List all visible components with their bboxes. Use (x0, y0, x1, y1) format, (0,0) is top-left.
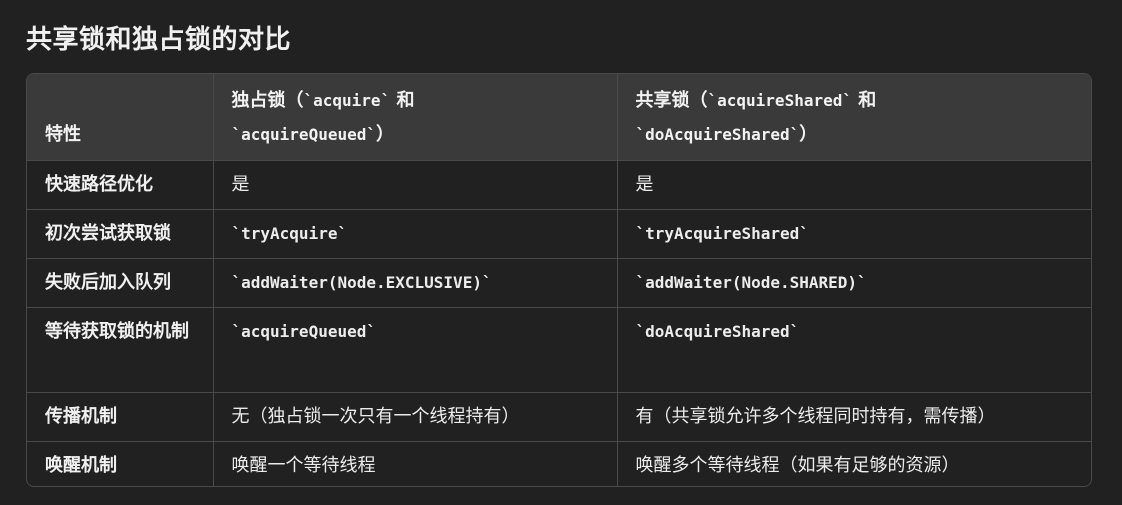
row-exclusive-value: `addWaiter(Node.EXCLUSIVE)` (213, 258, 618, 308)
row-shared-value: `doAcquireShared` (617, 307, 1091, 393)
header-exclusive-lock: 独占锁（`acquire` 和 `acquireQueued`） (213, 74, 618, 161)
comparison-table: 特性 独占锁（`acquire` 和 `acquireQueued`） 共享锁（… (26, 73, 1092, 487)
row-shared-value: 有（共享锁允许多个线程同时持有，需传播） (617, 392, 1091, 442)
page-title: 共享锁和独占锁的对比 (26, 25, 292, 55)
table-header-row: 特性 独占锁（`acquire` 和 `acquireQueued`） 共享锁（… (27, 74, 1091, 161)
row-feature: 失败后加入队列 (27, 258, 214, 308)
row-exclusive-value: 唤醒一个等待线程 (213, 441, 618, 486)
row-feature: 传播机制 (27, 392, 214, 442)
table-row: 失败后加入队列 `addWaiter(Node.EXCLUSIVE)` `add… (27, 258, 1091, 308)
table-row: 初次尝试获取锁 `tryAcquire` `tryAcquireShared` (27, 209, 1091, 259)
row-exclusive-value: 是 (213, 160, 618, 210)
header-feature: 特性 (27, 74, 214, 161)
table-row: 传播机制 无（独占锁一次只有一个线程持有） 有（共享锁允许多个线程同时持有，需传… (27, 392, 1091, 442)
table-row: 快速路径优化 是 是 (27, 160, 1091, 210)
row-shared-value: 唤醒多个等待线程（如果有足够的资源） (635, 454, 960, 476)
row-feature: 等待获取锁的机制 (27, 307, 214, 393)
row-shared-value: 是 (617, 160, 1091, 210)
table-row: 等待获取锁的机制 `acquireQueued` `doAcquireShare… (27, 307, 1091, 393)
header-shared-lock: 共享锁（`acquireShared` 和 `doAcquireShared`） (617, 74, 1091, 161)
row-feature: 初次尝试获取锁 (27, 209, 214, 259)
row-feature: 唤醒机制 (27, 441, 214, 486)
row-exclusive-value: `tryAcquire` (213, 209, 618, 259)
row-shared-value: `addWaiter(Node.SHARED)` (617, 258, 1091, 308)
row-exclusive-value: `acquireQueued` (213, 307, 618, 393)
table-row: 唤醒机制 唤醒一个等待线程 唤醒多个等待线程（如果有足够的资源） (27, 441, 1091, 486)
row-feature: 快速路径优化 (27, 160, 214, 210)
row-shared-value: `tryAcquireShared` (617, 209, 1091, 259)
row-exclusive-value: 无（独占锁一次只有一个线程持有） (213, 392, 618, 442)
